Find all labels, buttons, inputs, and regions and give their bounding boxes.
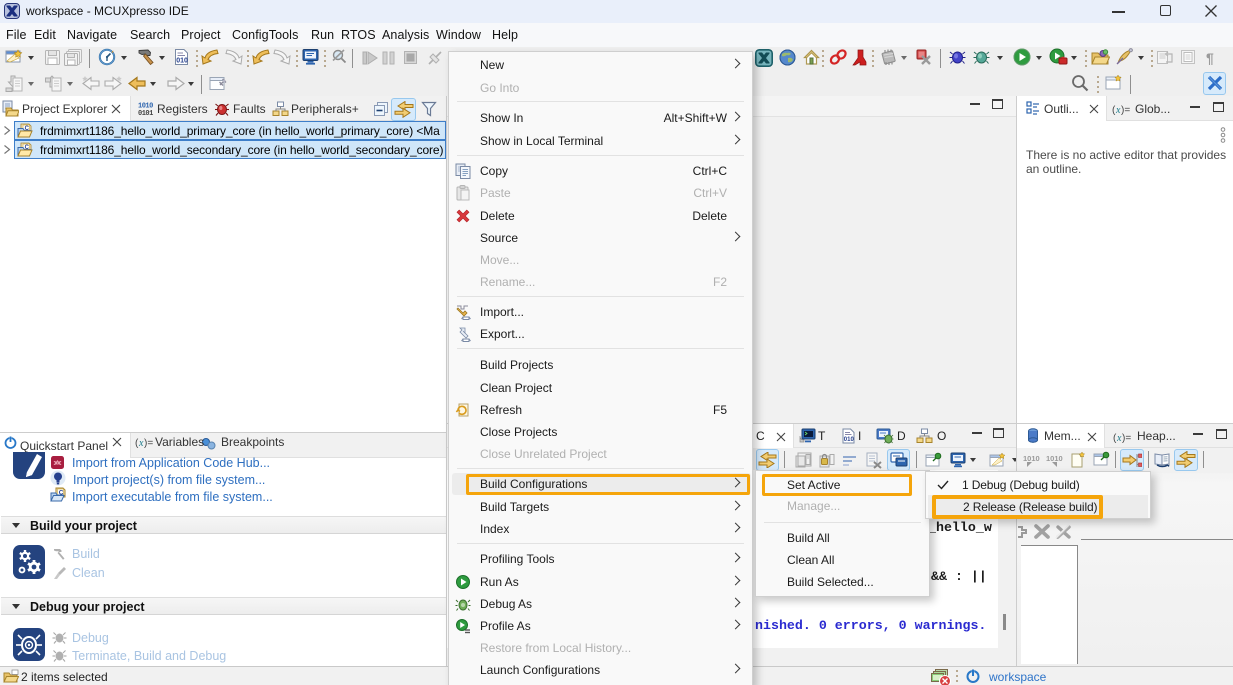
svg-text:010: 010 (176, 58, 188, 65)
svg-text:1010: 1010 (1046, 454, 1063, 463)
svg-text:1010: 1010 (1023, 454, 1040, 463)
svg-text:0101: 0101 (138, 110, 153, 116)
svg-text:)=: )= (144, 438, 153, 448)
svg-text:010: 010 (844, 437, 855, 443)
svg-text:)=: )= (1122, 433, 1131, 443)
svg-text:)=: )= (1121, 105, 1130, 115)
